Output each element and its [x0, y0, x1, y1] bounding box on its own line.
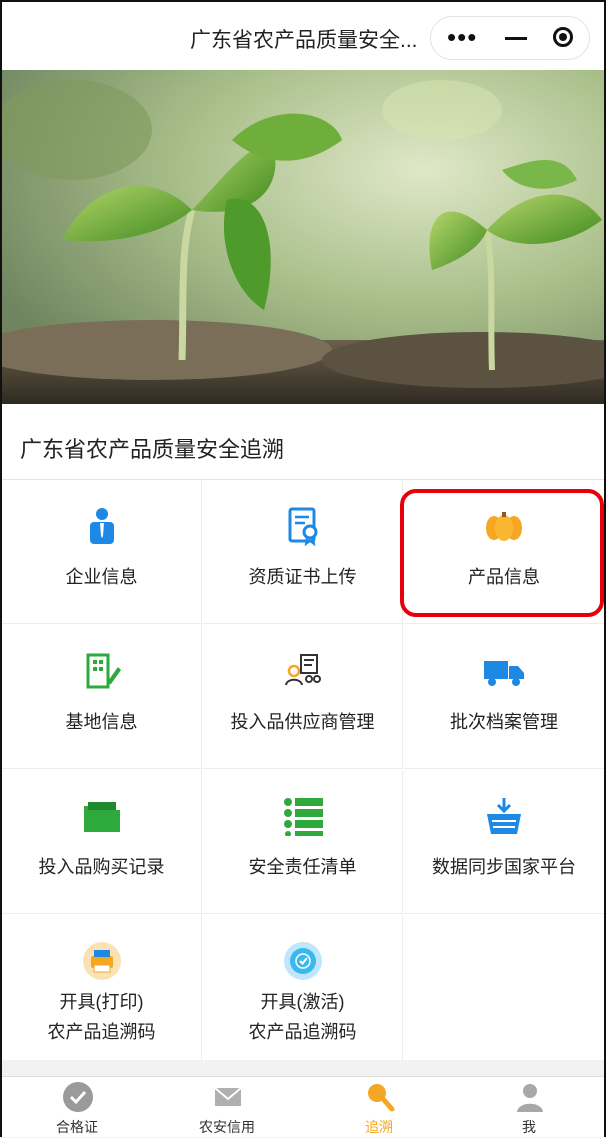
section-title: 广东省农产品质量安全追溯	[20, 437, 285, 462]
menu-label: 开具(打印) 农产品追溯码	[2, 987, 201, 1047]
more-dots-icon[interactable]: •••	[447, 23, 477, 51]
person-icon	[90, 508, 114, 544]
minimize-icon[interactable]	[505, 37, 527, 40]
menu-label: 企业信息	[65, 567, 138, 587]
certificate-icon	[288, 507, 318, 546]
title-bar: 广东省农产品质量安全... •••	[2, 2, 604, 70]
printer-icon	[83, 942, 121, 980]
menu-label: 资质证书上传	[248, 567, 357, 587]
basket-download-icon	[487, 798, 521, 834]
mail-icon	[214, 1087, 242, 1106]
menu-item-certificate-upload[interactable]: 资质证书上传	[203, 480, 403, 624]
menu-item-data-sync[interactable]: 数据同步国家平台	[404, 770, 604, 914]
menu-item-empty	[404, 915, 604, 1060]
menu-label: 基地信息	[65, 712, 138, 732]
check-circle-icon	[284, 942, 322, 980]
supplier-icon	[285, 654, 321, 686]
menu-label-line2: 农产品追溯码	[248, 1022, 357, 1042]
menu-label: 安全责任清单	[248, 857, 357, 877]
menu-item-enterprise-info[interactable]: 企业信息	[2, 480, 202, 624]
menu-item-base-info[interactable]: 基地信息	[2, 625, 202, 769]
page-title: 广东省农产品质量安全...	[190, 29, 418, 52]
capsule-menu: •••	[430, 16, 590, 60]
menu-label: 投入品供应商管理	[230, 712, 375, 732]
tab-trace[interactable]: 追溯	[304, 1077, 454, 1138]
tab-me[interactable]: 我	[454, 1077, 604, 1138]
tab-label: 农安信用	[199, 1119, 255, 1135]
menu-label: 批次档案管理	[450, 712, 558, 732]
menu-item-supplier-management[interactable]: 投入品供应商管理	[203, 625, 403, 769]
menu-item-purchase-record[interactable]: 投入品购买记录	[2, 770, 202, 914]
menu-label: 投入品购买记录	[38, 857, 165, 877]
building-edit-icon	[86, 653, 121, 689]
tab-certificate[interactable]: 合格证	[2, 1077, 152, 1138]
check-icon	[63, 1082, 93, 1112]
menu-label-line2: 农产品追溯码	[47, 1022, 156, 1042]
folder-icon	[84, 802, 120, 832]
menu-item-batch-archive[interactable]: 批次档案管理	[404, 625, 604, 769]
menu-label-line1: 开具(激活)	[260, 992, 345, 1012]
target-icon[interactable]	[553, 27, 573, 47]
tab-label: 我	[522, 1119, 536, 1135]
menu-label: 数据同步国家平台	[432, 857, 576, 877]
menu-item-activate-trace-code[interactable]: 开具(激活) 农产品追溯码	[203, 915, 403, 1060]
truck-icon	[484, 661, 524, 686]
tab-bar: 合格证 农安信用 追溯 我	[2, 1076, 604, 1137]
tab-credit[interactable]: 农安信用	[152, 1077, 302, 1138]
tab-label: 追溯	[365, 1119, 393, 1135]
banner-image	[2, 70, 604, 404]
menu-label-line1: 开具(打印)	[59, 992, 144, 1012]
list-icon	[284, 798, 323, 836]
menu-item-print-trace-code[interactable]: 开具(打印) 农产品追溯码	[2, 915, 202, 1060]
section-heading: 广东省农产品质量安全追溯	[2, 404, 604, 480]
tab-label: 合格证	[56, 1119, 98, 1135]
menu-item-safety-list[interactable]: 安全责任清单	[203, 770, 403, 914]
search-icon	[368, 1084, 395, 1112]
user-icon	[517, 1084, 543, 1112]
highlight-box	[400, 489, 604, 617]
menu-label: 开具(激活) 农产品追溯码	[203, 987, 402, 1047]
